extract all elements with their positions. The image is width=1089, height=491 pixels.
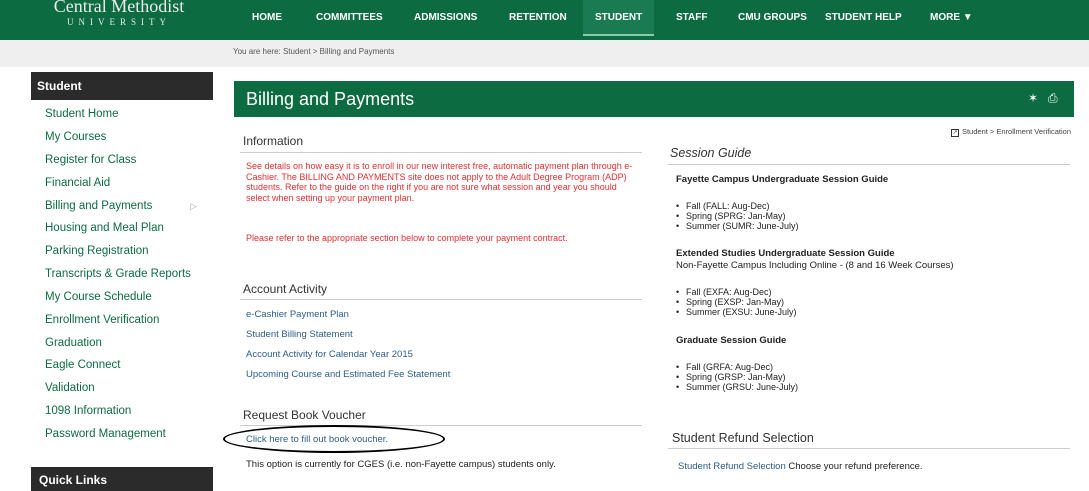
upcoming-course-fee-link[interactable]: Upcoming Course and Estimated Fee Statem… [246, 369, 450, 380]
sidebar-heading: Student [31, 72, 213, 100]
book-voucher-note: This option is currently for CGES (i.e. … [246, 459, 556, 470]
section-divider [240, 299, 642, 300]
nav-admissions[interactable]: ADMISSIONS [414, 0, 477, 36]
ecashier-payment-plan-link[interactable]: e-Cashier Payment Plan [246, 309, 349, 320]
breadcrumb: You are here: Student > Billing and Paym… [233, 47, 395, 56]
breadcrumb-bar: You are here: Student > Billing and Paym… [0, 40, 1089, 67]
sidebar-item-password-management[interactable]: Password Management [45, 428, 166, 440]
sidebar-item-eagle-connect[interactable]: Eagle Connect [45, 359, 120, 371]
sidebar-item-enrollment-verification[interactable]: Enrollment Verification [45, 314, 159, 326]
section-divider [668, 448, 1070, 449]
sidebar-item-my-courses[interactable]: My Courses [45, 131, 106, 143]
quick-links-heading[interactable]: Quick Links [31, 467, 213, 491]
logo-name: Central Methodist [53, 0, 185, 16]
sidebar-item-financial-aid[interactable]: Financial Aid [45, 177, 110, 189]
list-item: Fall (FALL: Aug-Dec) [676, 201, 769, 211]
sidebar-item-transcripts[interactable]: Transcripts & Grade Reports [45, 268, 191, 280]
refund-row: Student Refund Selection Choose your ref… [678, 461, 923, 472]
active-item-arrow-icon: ▷ [190, 201, 197, 211]
top-navigation-bar: Central Methodist UNIVERSITY HOME COMMIT… [0, 0, 1089, 40]
sidebar-item-billing-and-payments[interactable]: Billing and Payments [45, 200, 152, 212]
page-title-bar: Billing and Payments ✶ ⎙ [234, 81, 1074, 117]
list-item: Summer (SUMR: June-July) [676, 221, 798, 231]
book-voucher-heading: Request Book Voucher [243, 408, 366, 422]
refund-selection-link[interactable]: Student Refund Selection [678, 461, 786, 472]
logo-subtitle: UNIVERSITY [67, 17, 171, 27]
nav-home[interactable]: HOME [252, 0, 282, 36]
graduate-guide-title: Graduate Session Guide [676, 335, 787, 346]
external-link-icon: ↗ [950, 129, 959, 137]
nav-student[interactable]: STUDENT [583, 0, 655, 36]
list-item: Summer (EXSU: June-July) [676, 307, 796, 317]
refund-heading: Student Refund Selection [672, 431, 814, 445]
list-item: Spring (GRSP: Jan-May) [676, 372, 785, 382]
nav-staff[interactable]: STAFF [676, 0, 707, 36]
nav-more[interactable]: MORE ▼ [930, 0, 973, 36]
list-item: Fall (GRFA: Aug-Dec) [676, 362, 773, 372]
page-title: Billing and Payments [246, 89, 415, 109]
nav-cmu-groups[interactable]: CMU GROUPS [738, 0, 807, 36]
account-activity-2015-link[interactable]: Account Activity for Calendar Year 2015 [246, 349, 413, 360]
nav-student-help[interactable]: STUDENT HELP [825, 0, 902, 36]
sidebar-item-1098-information[interactable]: 1098 Information [45, 405, 131, 417]
list-item: Fall (EXFA: Aug-Dec) [676, 287, 771, 297]
information-text: See details on how easy it is to enroll … [246, 161, 633, 203]
nav-retention[interactable]: RETENTION [509, 0, 567, 36]
sidebar-item-register-for-class[interactable]: Register for Class [45, 154, 136, 166]
university-logo[interactable]: Central Methodist UNIVERSITY [24, 0, 214, 36]
nav-committees[interactable]: COMMITTEES [316, 0, 383, 36]
sidebar-item-graduation[interactable]: Graduation [45, 337, 102, 349]
print-icon[interactable]: ⎙ [1048, 91, 1062, 105]
sidebar-item-housing[interactable]: Housing and Meal Plan [45, 222, 164, 234]
section-divider [668, 164, 1070, 165]
list-item: Summer (GRSU: June-July) [676, 382, 798, 392]
fayette-guide-title: Fayette Campus Undergraduate Session Gui… [676, 174, 889, 185]
account-activity-heading: Account Activity [243, 282, 328, 296]
information-heading: Information [243, 134, 304, 148]
extended-guide-title: Extended Studies Undergraduate Session G… [676, 248, 895, 259]
student-billing-statement-link[interactable]: Student Billing Statement [246, 329, 353, 340]
sidebar-item-course-schedule[interactable]: My Course Schedule [45, 291, 152, 303]
enrollment-verification-shortcut[interactable]: ↗ Student > Enrollment Verification [950, 127, 1071, 137]
extended-guide-subtitle: Non-Fayette Campus Including Online - (8… [676, 260, 954, 271]
section-divider [240, 152, 642, 153]
shortcut-label: Student > Enrollment Verification [961, 127, 1071, 136]
session-guide-heading: Session Guide [670, 146, 752, 160]
refund-note: Choose your refund preference. [788, 461, 923, 472]
gear-icon[interactable]: ✶ [1028, 91, 1042, 105]
sidebar-item-parking[interactable]: Parking Registration [45, 245, 149, 257]
list-item: Spring (EXSP: Jan-May) [676, 297, 784, 307]
highlight-circle [223, 425, 445, 453]
sidebar-item-student-home[interactable]: Student Home [45, 108, 119, 120]
list-item: Spring (SPRG: Jan-May) [676, 211, 785, 221]
sidebar-item-validation[interactable]: Validation [45, 382, 95, 394]
payment-contract-note: Please refer to the appropriate section … [246, 233, 568, 243]
